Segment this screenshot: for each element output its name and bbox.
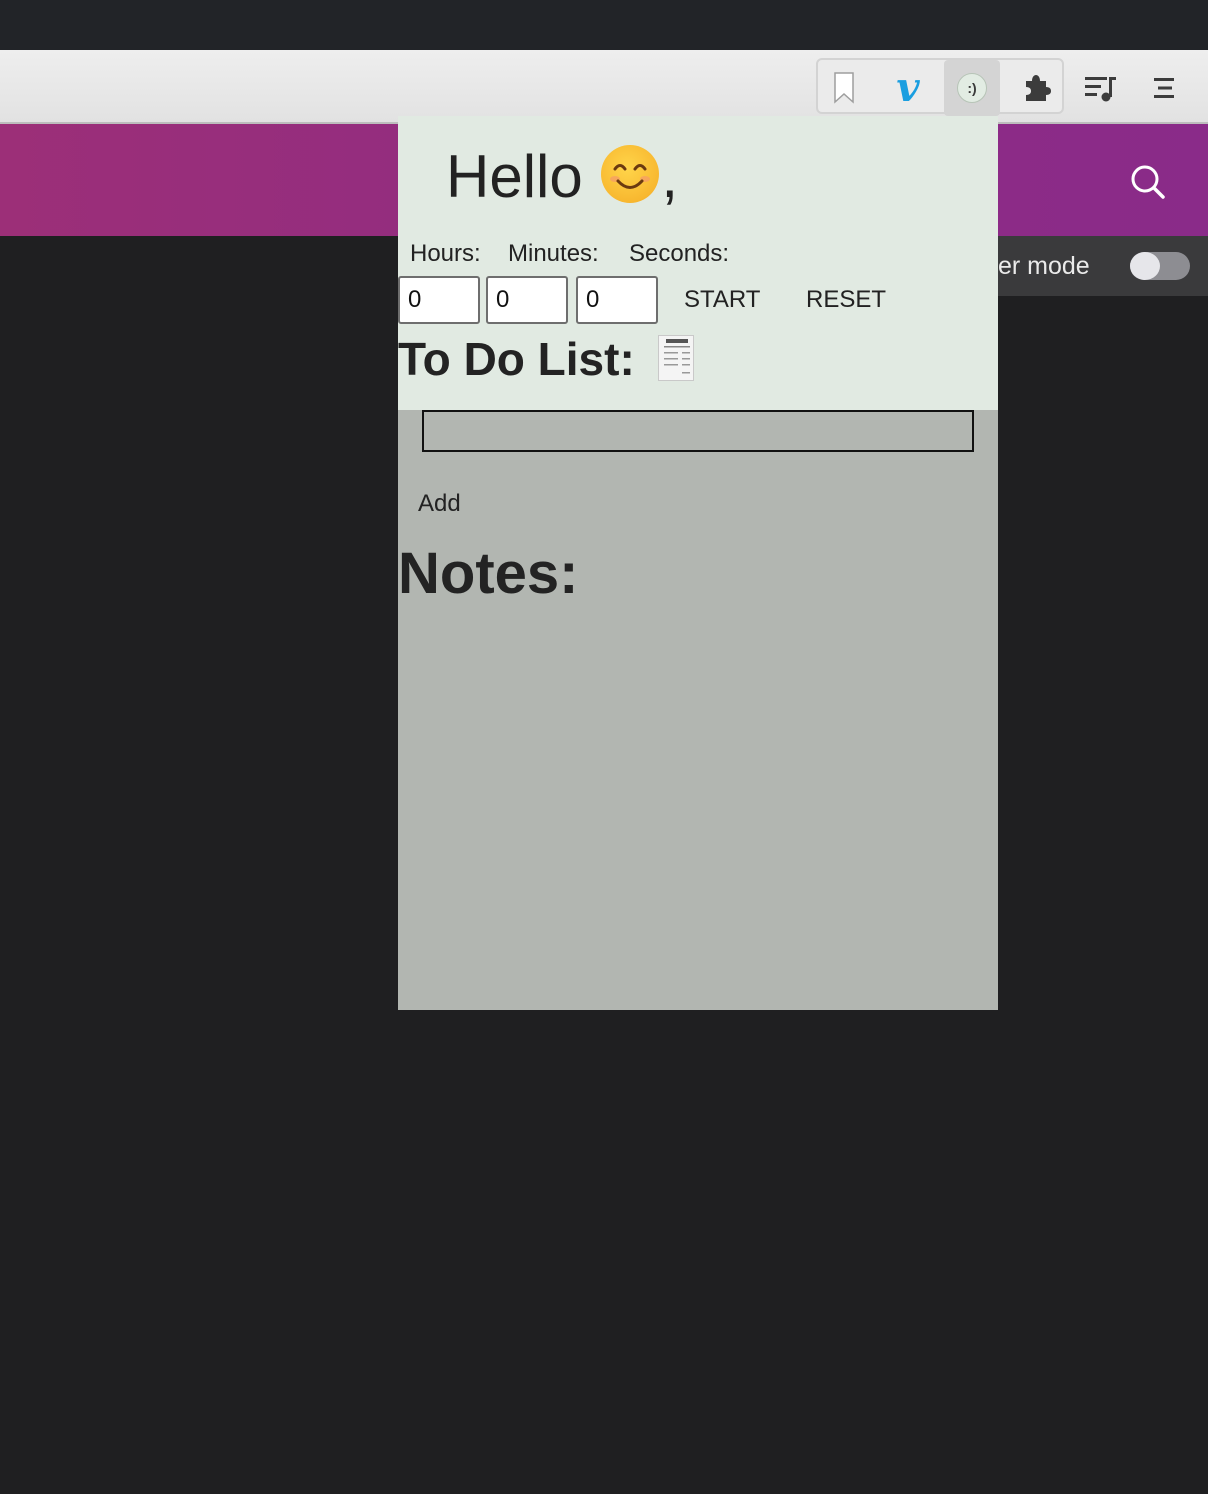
todo-heading: To Do List:	[398, 332, 694, 386]
smiley-extension-icon: :)	[957, 73, 987, 103]
smiley-extension-button[interactable]: :)	[944, 60, 1000, 116]
site-subbar: er mode	[998, 236, 1208, 296]
greeting-heading: Hello ,	[446, 142, 678, 211]
mode-label: er mode	[998, 252, 1090, 280]
hours-input[interactable]	[398, 276, 480, 324]
menu-icon[interactable]	[1136, 60, 1192, 116]
greeting-comma: ,	[661, 143, 679, 210]
puzzle-icon[interactable]	[1008, 60, 1064, 116]
smiling-face-icon	[601, 145, 660, 203]
greeting-text: Hello	[446, 143, 583, 210]
add-todo-button[interactable]: Add	[418, 490, 461, 518]
hours-label: Hours:	[410, 240, 481, 267]
search-icon[interactable]	[1128, 162, 1168, 202]
todo-input[interactable]	[422, 410, 974, 452]
minutes-label: Minutes:	[508, 240, 599, 267]
receipt-icon	[657, 335, 694, 381]
todo-title-text: To Do List:	[398, 333, 635, 385]
start-button[interactable]: START	[684, 286, 760, 314]
bookmark-icon[interactable]	[816, 60, 872, 116]
minutes-input[interactable]	[486, 276, 568, 324]
media-queue-icon[interactable]	[1072, 60, 1128, 116]
popup-top-panel: Hello , Hours: Minutes: Seconds: START R…	[398, 116, 998, 410]
window-titlebar	[0, 0, 1208, 50]
seconds-input[interactable]	[576, 276, 658, 324]
notes-heading: Notes:	[398, 541, 579, 606]
toggle-knob	[1130, 252, 1160, 280]
reset-button[interactable]: RESET	[806, 286, 886, 314]
seconds-label: Seconds:	[629, 240, 730, 267]
browser-toolbar: v :)	[0, 50, 1208, 124]
vimeo-icon[interactable]: v	[880, 60, 936, 116]
extension-popup: Hello , Hours: Minutes: Seconds: START R…	[398, 116, 998, 1010]
mode-toggle[interactable]	[1130, 252, 1190, 280]
